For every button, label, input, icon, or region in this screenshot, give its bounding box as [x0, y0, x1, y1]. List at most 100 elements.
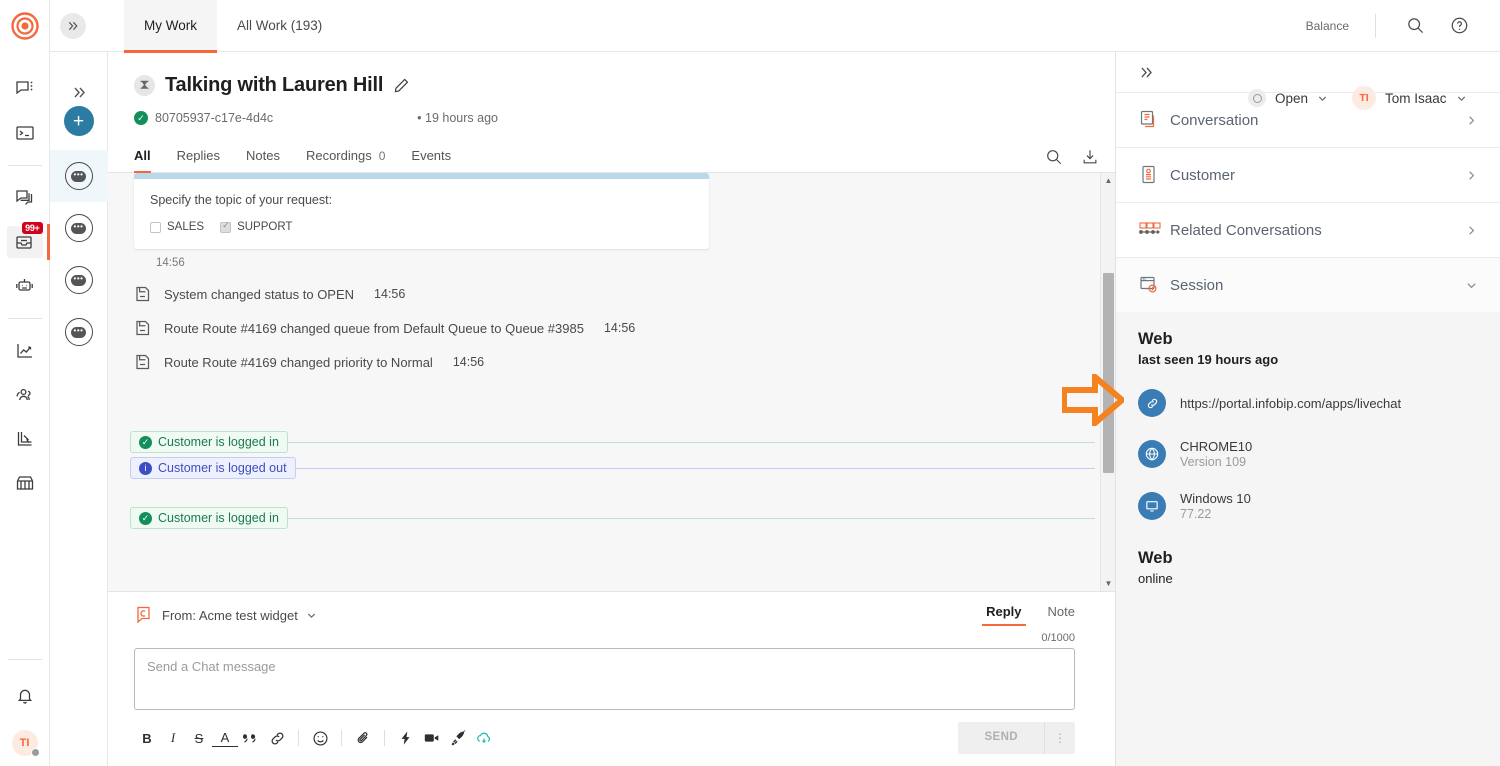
- message-card-body: Specify the topic of your request: SALES…: [134, 179, 709, 249]
- related-conversations-icon: [1138, 219, 1170, 241]
- tab-recordings-label: Recordings: [306, 148, 372, 163]
- download-icon[interactable]: [1081, 148, 1099, 166]
- conversation-header: Talking with Lauren Hill ✓ 80705937-c17e…: [108, 52, 1115, 125]
- customer-card-icon: [1138, 164, 1170, 186]
- option-support[interactable]: SUPPORT: [220, 221, 292, 233]
- expand-conversation-list-button[interactable]: [50, 78, 108, 106]
- section-customer[interactable]: Customer: [1116, 147, 1500, 202]
- tab-notes[interactable]: Notes: [246, 148, 280, 172]
- nav-chat-icon[interactable]: [7, 73, 43, 105]
- nav-store-icon[interactable]: [7, 467, 43, 499]
- nav-rail-bottom: TI: [0, 649, 49, 756]
- workspace-tabs: My Work All Work (193): [124, 0, 342, 52]
- status-selector[interactable]: Open: [1248, 89, 1328, 107]
- infobip-logo[interactable]: [11, 12, 39, 45]
- conversation-tabs: All Replies Notes Recordings 0 Events: [108, 139, 1115, 173]
- nav-conversations-icon[interactable]: [7, 182, 43, 214]
- canned-response-icon[interactable]: [393, 726, 419, 750]
- video-icon[interactable]: [419, 726, 445, 750]
- status-label: Open: [1275, 91, 1308, 106]
- cloud-sync-icon[interactable]: [471, 726, 497, 750]
- inbox-badge: 99+: [22, 222, 42, 234]
- scroll-down-arrow[interactable]: ▼: [1101, 576, 1115, 591]
- more-vertical-icon[interactable]: ⋮: [1044, 722, 1075, 754]
- tab-all-work[interactable]: All Work (193): [217, 0, 342, 52]
- option-sales[interactable]: SALES: [150, 221, 204, 233]
- tab-events[interactable]: Events: [411, 148, 451, 172]
- collapse-nav-button[interactable]: [60, 13, 86, 39]
- event-time: 14:56: [604, 321, 635, 335]
- nav-people-icon[interactable]: [7, 379, 43, 411]
- help-circle-icon[interactable]: [1446, 13, 1472, 39]
- new-conversation-button[interactable]: +: [64, 106, 94, 136]
- attachment-icon[interactable]: [350, 726, 376, 750]
- agent-selector[interactable]: TI Tom Isaac: [1352, 86, 1467, 110]
- section-related-conversations[interactable]: Related Conversations: [1116, 202, 1500, 257]
- checkbox-support[interactable]: [220, 222, 231, 233]
- session-os: Windows 10 77.22: [1180, 491, 1251, 521]
- composer-mode-tabs: Reply Note: [986, 604, 1095, 626]
- checkbox-sales[interactable]: [150, 222, 161, 233]
- nav-analytics-icon[interactable]: [7, 335, 43, 367]
- nav-inbox-icon[interactable]: 99+: [7, 226, 43, 258]
- nav-chatbot-icon[interactable]: [7, 270, 43, 302]
- nav-flows-icon[interactable]: [7, 423, 43, 455]
- status-badge-label: Customer is logged out: [158, 461, 287, 475]
- conversation-avatar: •••: [65, 266, 93, 294]
- toolbar-divider-3: [384, 730, 385, 746]
- top-bar: My Work All Work (193) Balance: [50, 0, 1500, 52]
- channel-selector[interactable]: From: Acme test widget: [134, 605, 317, 625]
- event-text: Route Route #4169 changed priority to No…: [164, 355, 433, 370]
- agent-avatar: TI: [1352, 86, 1376, 110]
- status-divider-row: i Customer is logged out: [130, 455, 1095, 481]
- tab-recordings[interactable]: Recordings 0: [306, 148, 385, 172]
- section-session-label: Session: [1170, 277, 1223, 294]
- session-url[interactable]: https://portal.infobip.com/apps/livechat: [1180, 396, 1401, 411]
- session-row-browser: CHROME10 Version 109: [1138, 439, 1478, 469]
- nav-terminal-icon[interactable]: [7, 117, 43, 149]
- link-icon[interactable]: [264, 726, 290, 750]
- section-related-conversations-label: Related Conversations: [1170, 222, 1322, 239]
- section-session[interactable]: Session: [1116, 257, 1500, 312]
- chevron-right-icon: [1465, 169, 1478, 182]
- conversation-list-item[interactable]: •••: [50, 150, 108, 202]
- tab-replies[interactable]: Replies: [177, 148, 220, 172]
- tab-note[interactable]: Note: [1048, 604, 1075, 626]
- info-icon: i: [139, 462, 152, 475]
- quote-icon[interactable]: [238, 726, 264, 750]
- current-user-avatar[interactable]: TI: [12, 730, 38, 756]
- rocket-icon[interactable]: [445, 726, 471, 750]
- emoji-icon[interactable]: [307, 726, 333, 750]
- tab-reply[interactable]: Reply: [986, 604, 1021, 626]
- chevron-down-icon: [1317, 93, 1328, 104]
- channel-label: From: Acme test widget: [162, 608, 298, 623]
- pencil-icon[interactable]: [393, 77, 410, 94]
- conversation-avatar: •••: [65, 318, 93, 346]
- hourglass-icon: [134, 75, 155, 96]
- conversation-list-item[interactable]: •••: [50, 306, 108, 358]
- conversation-list-item[interactable]: •••: [50, 254, 108, 306]
- toolbar-divider-2: [341, 730, 342, 746]
- strikethrough-icon[interactable]: S: [186, 726, 212, 750]
- event-text: System changed status to OPEN: [164, 287, 354, 302]
- italic-icon[interactable]: I: [160, 726, 186, 750]
- event-time: 14:56: [453, 355, 484, 369]
- send-button[interactable]: SEND: [958, 722, 1044, 754]
- message-card: Specify the topic of your request: SALES…: [134, 173, 709, 249]
- bell-icon[interactable]: [7, 680, 43, 712]
- scrollbar-thumb[interactable]: [1103, 273, 1114, 473]
- balance-label[interactable]: Balance: [1306, 19, 1349, 33]
- conversation-list-item[interactable]: •••: [50, 202, 108, 254]
- tab-all[interactable]: All: [134, 148, 151, 172]
- details-panel: Conversation Customer: [1116, 52, 1500, 766]
- scroll-up-arrow[interactable]: ▲: [1101, 173, 1115, 188]
- text-color-icon[interactable]: A: [212, 729, 238, 747]
- search-icon[interactable]: [1402, 13, 1428, 39]
- session-second-block: Web online: [1138, 549, 1478, 586]
- timeline-scrollbar[interactable]: ▲ ▼: [1100, 173, 1115, 591]
- message-input[interactable]: Send a Chat message: [134, 648, 1075, 710]
- page-title: Talking with Lauren Hill: [165, 74, 383, 97]
- bold-icon[interactable]: B: [134, 726, 160, 750]
- search-icon[interactable]: [1045, 148, 1063, 166]
- tab-my-work[interactable]: My Work: [124, 0, 217, 52]
